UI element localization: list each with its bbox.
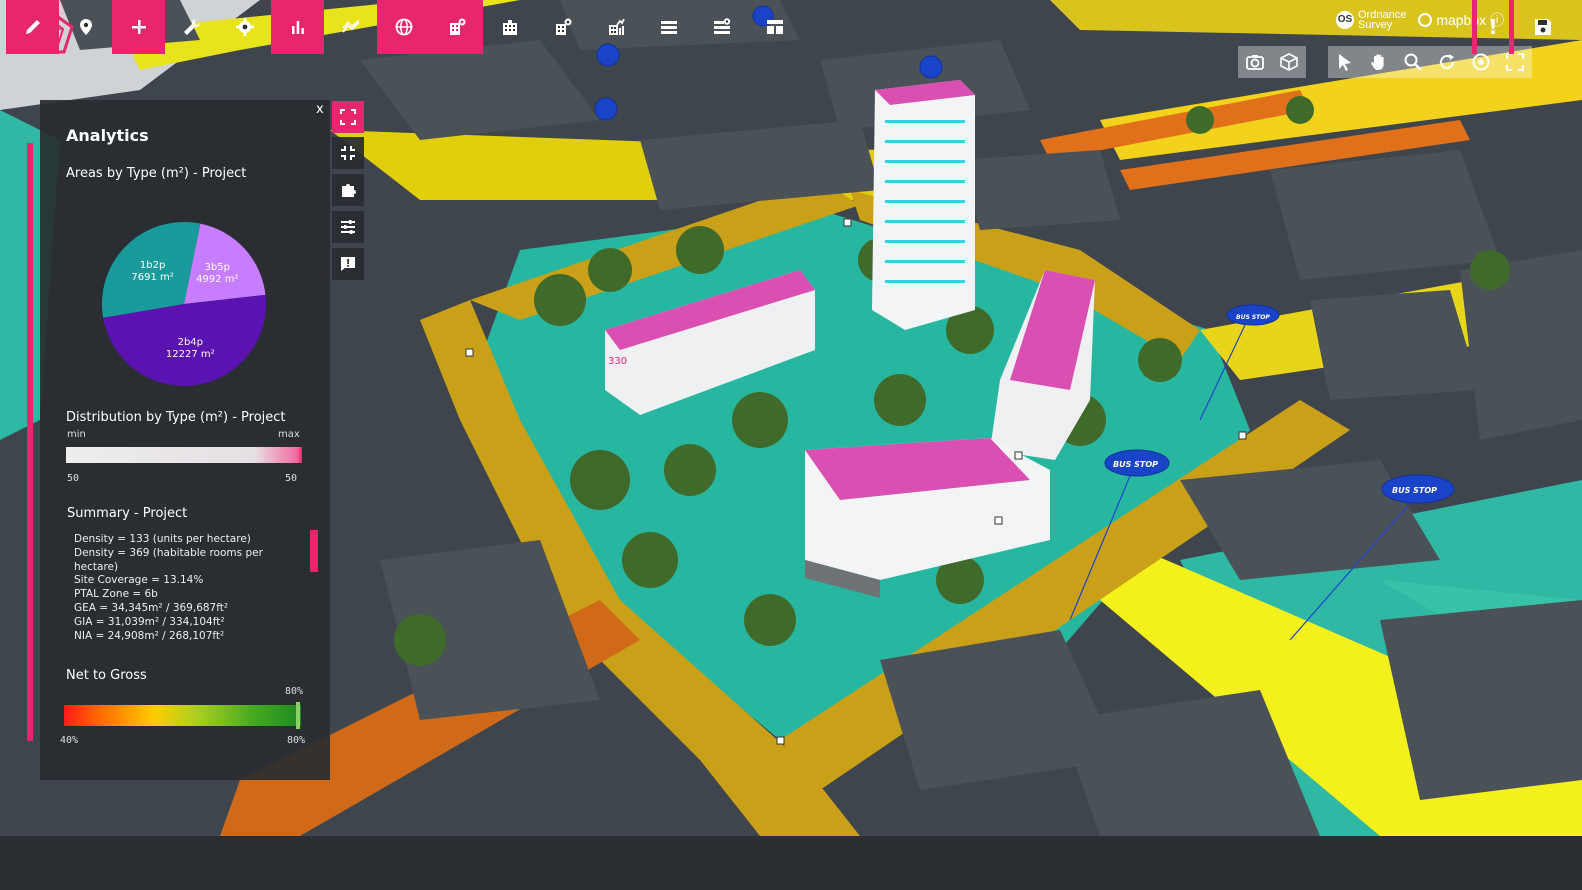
edit-button[interactable] [6,0,59,54]
pointer-icon [1339,54,1351,71]
summary-line: Density = 369 (habitable rooms per hecta… [74,546,263,573]
expand-icon [340,109,356,125]
cube-icon [1280,53,1298,71]
pie-slice-label: 1b2p 7691 m² [131,259,174,283]
globe-button[interactable] [377,0,430,54]
svg-text:330: 330 [608,356,627,367]
distribution-high-value: 50 [285,473,298,484]
net-to-gross-gradient-bar [64,705,301,726]
layers-button[interactable] [642,0,695,54]
summary-line: GEA = 34,345m² / 369,687ft² [74,601,229,614]
ordnance-survey-logo: OS Ordnance Survey [1336,9,1407,31]
trend-button[interactable] [324,0,377,54]
view-toolbar [1238,46,1306,78]
collapse-icon [341,146,355,160]
building-chart-icon [608,18,625,35]
net-to-gross-high: 80% [287,735,306,746]
panel-title: Analytics [66,126,149,145]
globe-icon [395,18,412,36]
collapse-panel-button[interactable] [332,137,364,169]
bottom-toolbar [0,836,1582,890]
building-button[interactable] [483,0,536,54]
net-to-gross-low: 40% [60,735,79,746]
3d-view-button[interactable] [1272,46,1306,78]
svg-text:BUS STOP: BUS STOP [1236,314,1270,321]
distribution-low-value: 50 [67,473,80,484]
comment-icon [341,257,355,271]
hand-icon [1371,54,1384,70]
summary-scrollbar-thumb[interactable] [310,530,318,572]
zoom-tool-button[interactable] [1396,46,1430,78]
screenshot-button[interactable] [1238,46,1272,78]
pan-tool-button[interactable] [1362,46,1396,78]
tools-button[interactable] [165,0,218,54]
bar-chart-icon [291,21,304,34]
svg-text:BUS STOP: BUS STOP [1392,486,1437,495]
panel-accent-bar [27,143,33,741]
feedback-button[interactable] [332,248,364,280]
save-icon [1534,19,1551,35]
camera-icon [1246,55,1264,70]
areas-pie-chart [102,222,266,386]
zoom-icon [1404,53,1422,71]
alert-button[interactable]: ! [1472,0,1514,54]
fullscreen-icon [1506,53,1524,71]
analytics-button[interactable] [271,0,324,54]
building-gear-icon [555,18,571,35]
location-button[interactable] [59,0,112,54]
save-button[interactable] [1516,0,1569,54]
plus-icon [131,20,146,34]
plugins-button[interactable] [332,174,364,206]
summary-line: Density = 133 (units per hectare) [74,533,251,545]
close-panel-button[interactable]: x [316,102,324,117]
net-to-gross-value: 80% [285,686,304,697]
svg-text:BUS STOP: BUS STOP [1113,460,1158,469]
building-view-button[interactable] [430,0,483,54]
distribution-bar [66,447,302,463]
distribution-title: Distribution by Type (m²) - Project [66,410,286,425]
distribution-max-label: max [278,429,300,440]
layers-icon [660,21,677,34]
summary-line: NIA = 24,908m² / 268,107ft² [74,629,225,642]
wrench-icon [183,18,200,35]
summary-line: GIA = 31,039m² / 334,104ft² [74,615,225,628]
pie-slice-label: 2b4p 12227 m² [165,336,215,360]
summary-line: PTAL Zone = 6b [74,588,158,601]
summary-line: Site Coverage = 13.14% [74,574,204,587]
select-tool-button[interactable] [1328,46,1362,78]
summary-list: Density = 133 (units per hectare) Densit… [74,533,302,643]
pencil-icon [25,20,40,34]
add-button[interactable] [112,0,165,54]
pin-icon [79,19,92,35]
layer-eye-icon [713,18,730,34]
summary-title: Summary - Project [67,506,188,521]
layer-view-button[interactable] [695,0,748,54]
grid-icon [766,20,783,34]
grid-button[interactable] [748,0,801,54]
mapbox-mark-icon [1418,13,1433,27]
trend-icon [341,19,360,33]
net-to-gross-title: Net to Gross [66,668,147,683]
building-icon [502,20,517,35]
net-to-gross-marker [296,702,300,729]
gear-icon [235,18,254,36]
filters-button[interactable] [332,211,364,243]
areas-chart-title: Areas by Type (m²) - Project [66,166,247,181]
rotate-icon [1440,54,1454,69]
building-settings-button[interactable] [536,0,589,54]
building-chart-button[interactable] [589,0,642,54]
settings-button[interactable] [218,0,271,54]
sliders-icon [341,220,355,234]
puzzle-icon [342,184,356,197]
expand-panel-button[interactable] [332,101,364,133]
rotate-tool-button[interactable] [1430,46,1464,78]
target-icon [1472,53,1490,71]
distribution-min-label: min [67,429,86,440]
building-eye-icon [449,18,465,35]
os-mark-icon: OS [1336,11,1354,29]
